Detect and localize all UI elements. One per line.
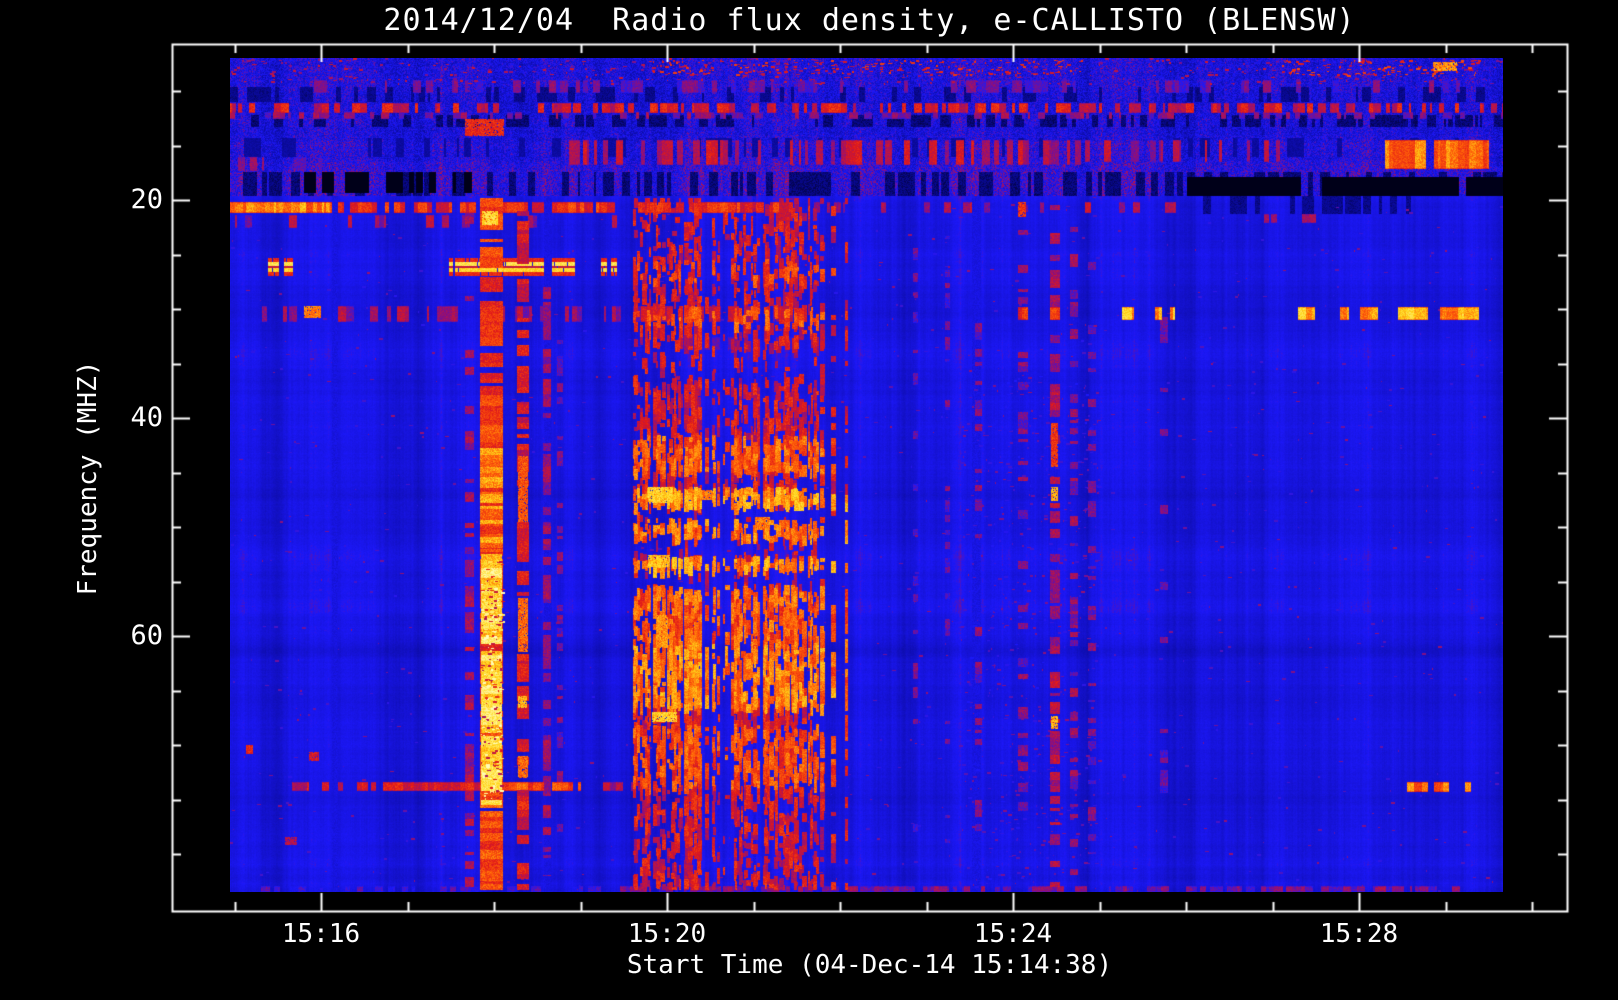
x-tick-label-1528: 15:28 [1319,919,1399,949]
x-tick-label-1524: 15:24 [973,919,1053,949]
x-tick-label-1520: 15:20 [627,919,707,949]
spectrogram-page: 2014/12/04 Radio flux density, e-CALLIST… [0,0,1618,1000]
y-tick-label-20: 20 [130,184,163,215]
x-axis-label: Start Time (04-Dec-14 15:14:38) [626,950,1113,980]
y-tick-label-60: 60 [130,620,163,651]
y-tick-label-40: 40 [130,402,163,433]
chart-title: 2014/12/04 Radio flux density, e-CALLIST… [383,3,1356,38]
y-axis-label: Frequency (MHZ) [73,360,103,596]
x-tick-label-1516: 15:16 [281,919,361,949]
axes-frame-layer [0,0,1618,1000]
